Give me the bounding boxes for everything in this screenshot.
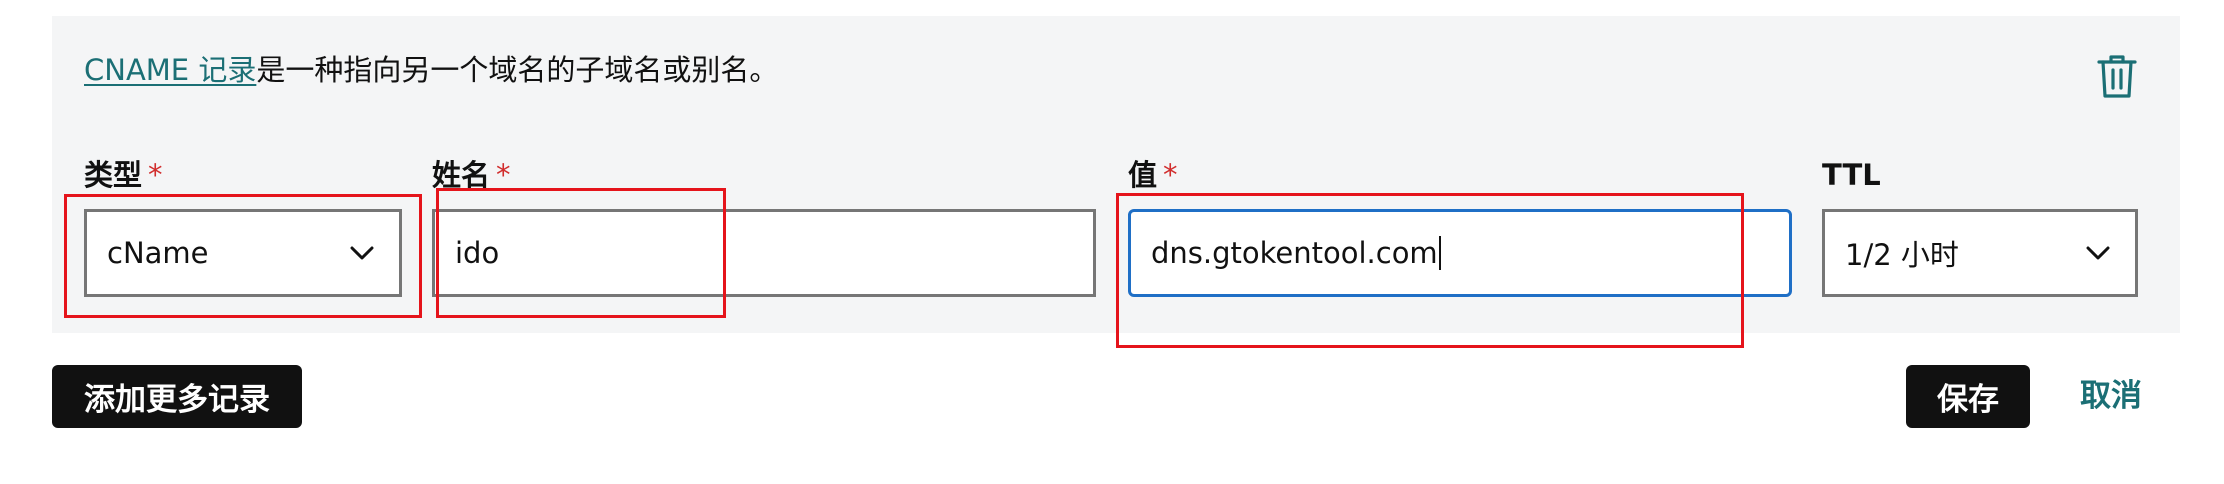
name-input[interactable]: ido: [432, 209, 1096, 297]
value-input-value: dns.gtokentool.com: [1151, 236, 1438, 270]
trash-icon[interactable]: [2095, 52, 2139, 100]
type-select[interactable]: cName: [84, 209, 402, 297]
cancel-button[interactable]: 取消: [2080, 374, 2142, 418]
record-description-text: 是一种指向另一个域名的子域名或别名。: [256, 53, 779, 87]
add-more-records-button[interactable]: 添加更多记录: [52, 365, 302, 428]
required-mark: *: [496, 158, 511, 192]
value-input[interactable]: dns.gtokentool.com: [1128, 209, 1792, 297]
record-description: CNAME 记录是一种指向另一个域名的子域名或别名。: [84, 50, 778, 90]
save-button[interactable]: 保存: [1906, 365, 2030, 428]
name-input-value: ido: [455, 236, 500, 270]
ttl-label: TTL: [1822, 158, 1881, 192]
required-mark: *: [1163, 158, 1178, 192]
ttl-select[interactable]: 1/2 小时: [1822, 209, 2138, 297]
value-label: 值 *: [1128, 158, 1178, 192]
name-label: 姓名 *: [432, 158, 511, 192]
required-mark: *: [148, 158, 163, 192]
type-label: 类型 *: [84, 158, 163, 192]
cname-record-link[interactable]: CNAME 记录: [84, 53, 256, 87]
chevron-down-icon: [350, 246, 374, 260]
ttl-select-value: 1/2 小时: [1845, 238, 1959, 272]
text-caret: [1438, 236, 1441, 270]
type-select-value: cName: [107, 236, 209, 270]
chevron-down-icon: [2086, 246, 2110, 260]
